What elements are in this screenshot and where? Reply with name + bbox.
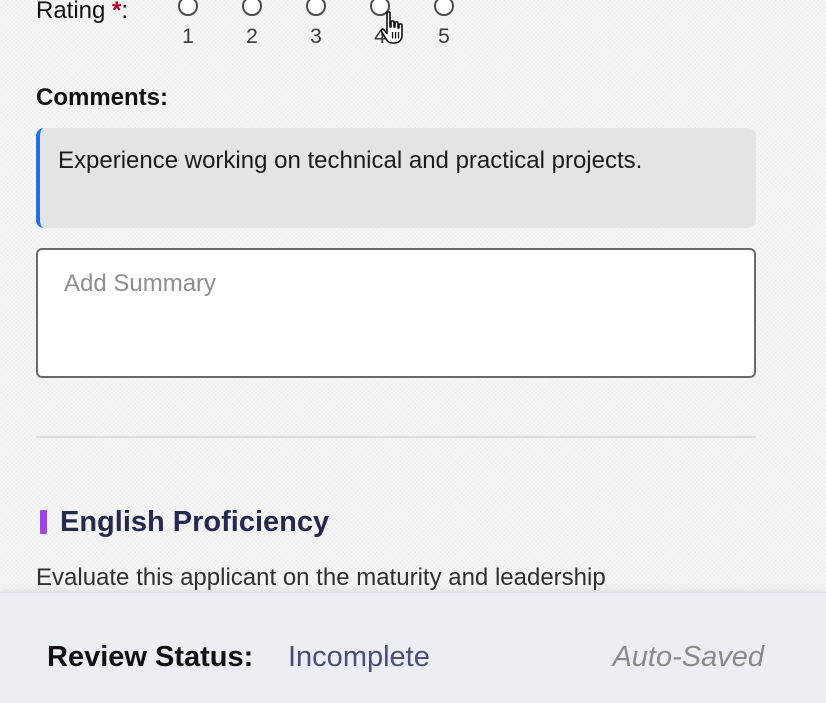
rating-option-3[interactable]: 3 — [296, 0, 336, 54]
radio-button[interactable] — [434, 0, 454, 16]
review-status-value: Incomplete — [288, 641, 430, 673]
rating-option-4[interactable]: 4 — [360, 0, 400, 54]
section-title: English Proficiency — [60, 506, 330, 538]
review-status-footer: Review Status: Incomplete Auto-Saved — [0, 592, 826, 703]
rating-label-colon: : — [121, 0, 129, 24]
rating-label: Rating *: — [36, 0, 128, 26]
rating-label-text: Rating — [36, 0, 106, 24]
rating-option-label: 5 — [438, 25, 450, 48]
rating-option-2[interactable]: 2 — [232, 0, 272, 54]
comment-text: Experience working on technical and prac… — [36, 128, 756, 228]
rating-option-label: 3 — [310, 25, 322, 48]
rating-row: Rating *: 1 2 3 4 5 — [36, 0, 496, 54]
radio-button[interactable] — [242, 0, 262, 16]
radio-button[interactable] — [306, 0, 326, 16]
radio-button[interactable] — [370, 0, 390, 16]
rating-option-label: 2 — [246, 25, 258, 48]
radio-button[interactable] — [178, 0, 198, 16]
auto-saved-indicator: Auto-Saved — [612, 641, 764, 673]
section-description: Evaluate this applicant on the maturity … — [36, 564, 606, 591]
rating-option-label: 4 — [374, 25, 386, 48]
required-star: * — [112, 0, 122, 24]
section-accent-bar — [40, 510, 47, 534]
comments-label: Comments: — [36, 84, 169, 111]
review-status-label: Review Status: — [47, 641, 254, 673]
rating-option-label: 1 — [182, 25, 194, 48]
section-divider — [36, 436, 756, 438]
summary-input[interactable] — [36, 248, 756, 378]
rating-option-5[interactable]: 5 — [424, 0, 464, 54]
rating-option-1[interactable]: 1 — [168, 0, 208, 54]
